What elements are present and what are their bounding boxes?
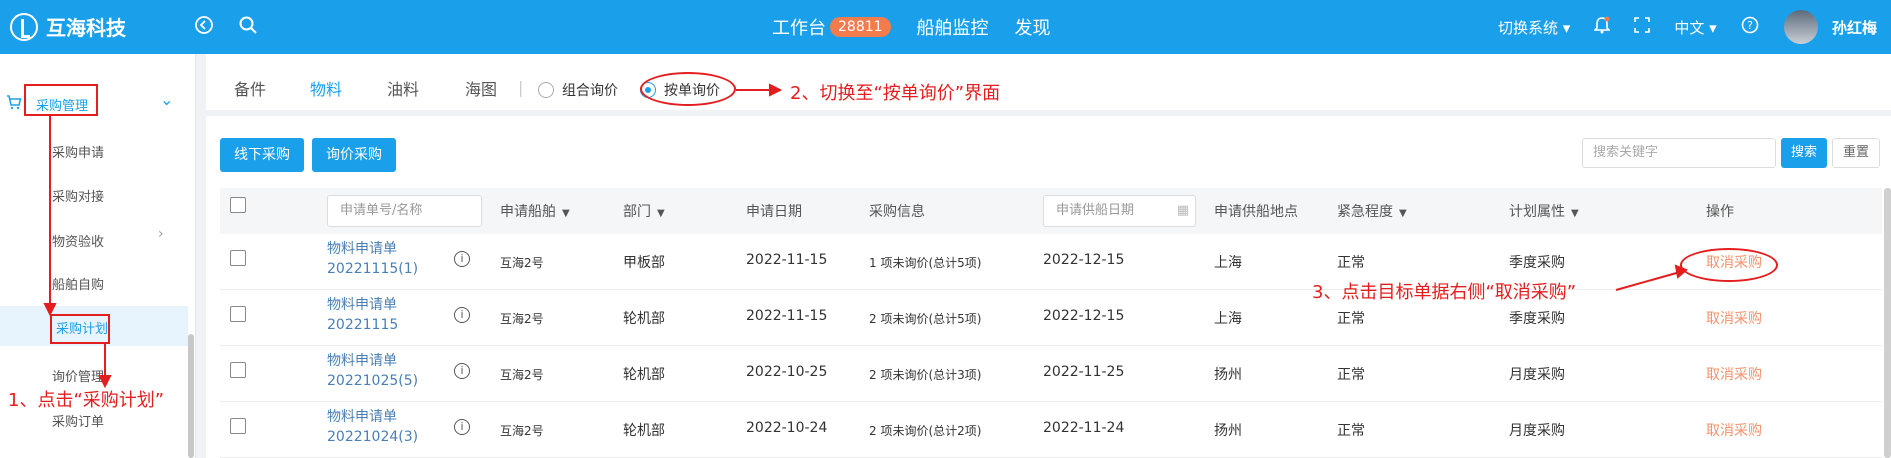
annotation-step3: 3、点击目标单据右侧“取消采购” <box>1312 282 1577 303</box>
annotation-step2: 2、切换至“按单询价”界面 <box>790 83 1001 104</box>
annotation-step1: 1、点击“采购计划” <box>8 390 165 411</box>
annotation-arrows <box>43 83 1688 389</box>
